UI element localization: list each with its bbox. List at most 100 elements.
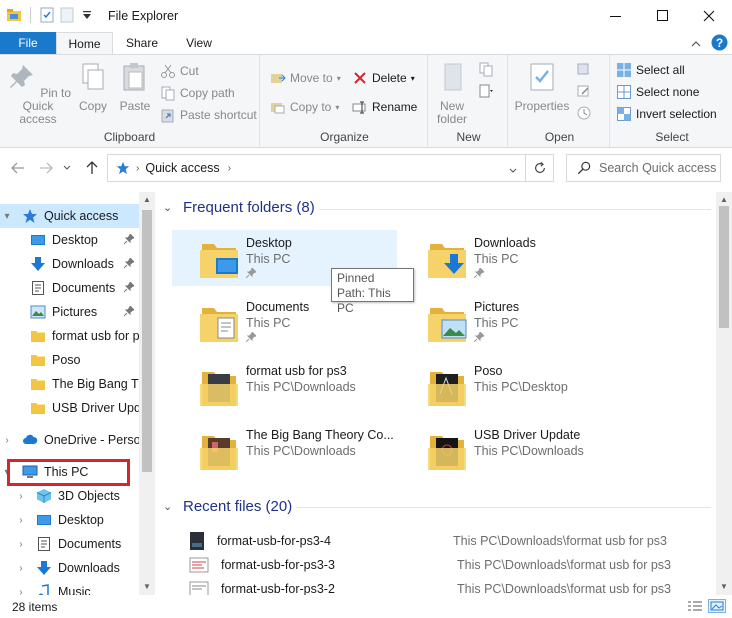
folder-tile-big-bang[interactable]: The Big Bang Theory Co... This PC\Downlo… xyxy=(172,422,397,478)
move-to-label: Move to xyxy=(290,71,333,85)
new-item-icon[interactable] xyxy=(478,61,494,77)
search-placeholder: Search Quick access xyxy=(599,161,717,175)
tab-view[interactable]: View xyxy=(178,32,220,55)
address-history-button[interactable] xyxy=(509,163,517,177)
frequent-folders-header[interactable]: ⌄ Frequent folders (8) xyxy=(163,199,315,216)
collapse-chevron-icon[interactable]: ⌄ xyxy=(163,500,175,513)
nav-onedrive[interactable]: › OneDrive - Persor xyxy=(0,428,139,452)
search-box[interactable]: Search Quick access xyxy=(566,154,721,182)
copy-path-button[interactable]: Copy path xyxy=(160,83,235,103)
properties-button[interactable]: Properties xyxy=(514,61,570,113)
large-icons-view-button[interactable] xyxy=(708,599,726,613)
delete-button[interactable]: Delete ▾ xyxy=(352,68,415,88)
expand-arrow-icon[interactable]: › xyxy=(14,587,28,596)
folder-tile-poso[interactable]: Poso This PC\Desktop xyxy=(400,358,625,414)
details-view-icon xyxy=(688,601,702,611)
nav-item-documents[interactable]: Documents xyxy=(0,276,139,300)
nav-item-desktop[interactable]: Desktop xyxy=(0,228,139,252)
image-file-icon xyxy=(190,532,204,550)
rename-button[interactable]: Rename xyxy=(352,97,417,117)
content-scrollbar[interactable]: ▲ ▼ xyxy=(716,192,732,595)
copy-label: Copy xyxy=(78,99,107,113)
nav-pane-scrollbar[interactable]: ▲ ▼ xyxy=(139,192,155,595)
copy-path-icon xyxy=(161,86,175,101)
folder-tile-pictures[interactable]: Pictures This PC xyxy=(400,294,625,350)
expand-arrow-icon[interactable]: › xyxy=(0,435,14,446)
collapse-chevron-icon[interactable]: ⌄ xyxy=(163,201,175,214)
up-button[interactable] xyxy=(84,160,100,176)
help-icon[interactable]: ? xyxy=(711,34,728,51)
nav-item-pc-documents[interactable]: › Documents xyxy=(0,532,139,556)
paste-icon xyxy=(123,63,145,91)
expand-arrow-icon[interactable]: › xyxy=(14,563,28,574)
folder-tile-format-usb[interactable]: format usb for ps3 This PC\Downloads xyxy=(172,358,397,414)
customize-qat-icon[interactable] xyxy=(79,7,95,23)
select-all-button[interactable]: Select all xyxy=(616,60,685,80)
folder-tile-usb-driver[interactable]: USB Driver Update This PC\Downloads xyxy=(400,422,625,478)
copy-button[interactable]: Copy xyxy=(76,61,110,113)
minimize-button[interactable] xyxy=(593,0,639,32)
nav-item-pictures[interactable]: Pictures xyxy=(0,300,139,324)
tab-home[interactable]: Home xyxy=(56,32,113,55)
cut-button[interactable]: Cut xyxy=(160,61,199,81)
recent-file-row[interactable]: format-usb-for-ps3-2 This PC\Downloads\f… xyxy=(189,577,689,595)
scroll-up-icon[interactable]: ▲ xyxy=(139,192,155,208)
content-scroll-thumb[interactable] xyxy=(719,206,729,328)
edit-icon[interactable] xyxy=(576,83,592,99)
paste-button[interactable]: Paste xyxy=(116,61,154,113)
history-icon[interactable] xyxy=(576,105,592,121)
new-folder-label: New folder xyxy=(436,99,468,126)
nav-item-usb-driver[interactable]: USB Driver Upda xyxy=(0,396,139,420)
nav-item-downloads[interactable]: Downloads xyxy=(0,252,139,276)
nav-quick-access[interactable]: ▾ Quick access xyxy=(0,204,139,228)
nav-item-poso[interactable]: Poso xyxy=(0,348,139,372)
new-folder-button[interactable]: New folder xyxy=(432,61,472,126)
collapse-ribbon-icon[interactable] xyxy=(690,38,702,50)
nav-item-pc-desktop[interactable]: › Desktop xyxy=(0,508,139,532)
expand-arrow-icon[interactable]: › xyxy=(14,539,28,550)
back-button[interactable] xyxy=(10,160,26,176)
move-to-button[interactable]: Move to ▾ xyxy=(270,68,341,88)
pin-icon xyxy=(124,234,134,244)
clipboard-group-label: Clipboard xyxy=(103,130,156,144)
maximize-button[interactable] xyxy=(640,0,686,32)
tab-share[interactable]: Share xyxy=(122,32,162,55)
copy-to-button[interactable]: Copy to ▾ xyxy=(270,97,339,117)
recent-file-row[interactable]: format-usb-for-ps3-4 This PC\Downloads\f… xyxy=(189,529,689,553)
close-button[interactable] xyxy=(686,0,732,32)
open-icon[interactable] xyxy=(576,61,592,77)
collapse-arrow-icon[interactable]: ▾ xyxy=(0,211,14,222)
select-none-button[interactable]: Select none xyxy=(616,82,699,102)
recent-file-row[interactable]: format-usb-for-ps3-3 This PC\Downloads\f… xyxy=(189,553,689,577)
nav-item-format-usb[interactable]: format usb for ps xyxy=(0,324,139,348)
select-group-label: Select xyxy=(655,130,689,144)
breadcrumb-chevron-icon[interactable]: › xyxy=(228,163,231,174)
easy-access-icon[interactable] xyxy=(478,83,494,99)
scroll-down-icon[interactable]: ▼ xyxy=(716,579,732,595)
details-view-button[interactable] xyxy=(686,599,704,613)
tooltip-line-2: Path: This PC xyxy=(337,286,391,315)
invert-selection-label: Invert selection xyxy=(636,107,717,121)
invert-selection-button[interactable]: Invert selection xyxy=(616,104,717,124)
properties-qat-icon[interactable] xyxy=(39,7,55,23)
expand-arrow-icon[interactable]: › xyxy=(14,491,28,502)
breadcrumb-quick-access[interactable]: Quick access xyxy=(145,161,219,175)
nav-item-pc-music[interactable]: › Music xyxy=(0,580,139,595)
folder-tile-downloads[interactable]: Downloads This PC xyxy=(400,230,625,286)
paste-shortcut-button[interactable]: Paste shortcut xyxy=(160,105,257,125)
scroll-down-icon[interactable]: ▼ xyxy=(139,579,155,595)
recent-files-header[interactable]: ⌄ Recent files (20) xyxy=(163,498,292,515)
recent-locations-button[interactable] xyxy=(62,160,72,176)
expand-arrow-icon[interactable]: › xyxy=(14,515,28,526)
nav-pane-scroll-thumb[interactable] xyxy=(142,210,152,472)
nav-item-big-bang[interactable]: The Big Bang Th xyxy=(0,372,139,396)
new-folder-qat-icon[interactable] xyxy=(59,7,75,23)
pin-to-quick-access-button[interactable]: Pin to Quick access xyxy=(4,61,72,126)
nav-item-3d-objects[interactable]: › 3D Objects xyxy=(0,484,139,508)
tab-file[interactable]: File xyxy=(0,32,56,55)
address-box[interactable]: › Quick access › xyxy=(107,154,554,182)
forward-button[interactable] xyxy=(38,160,54,176)
refresh-button[interactable] xyxy=(525,155,553,181)
nav-item-pc-downloads[interactable]: › Downloads xyxy=(0,556,139,580)
open-group-label: Open xyxy=(544,130,575,144)
